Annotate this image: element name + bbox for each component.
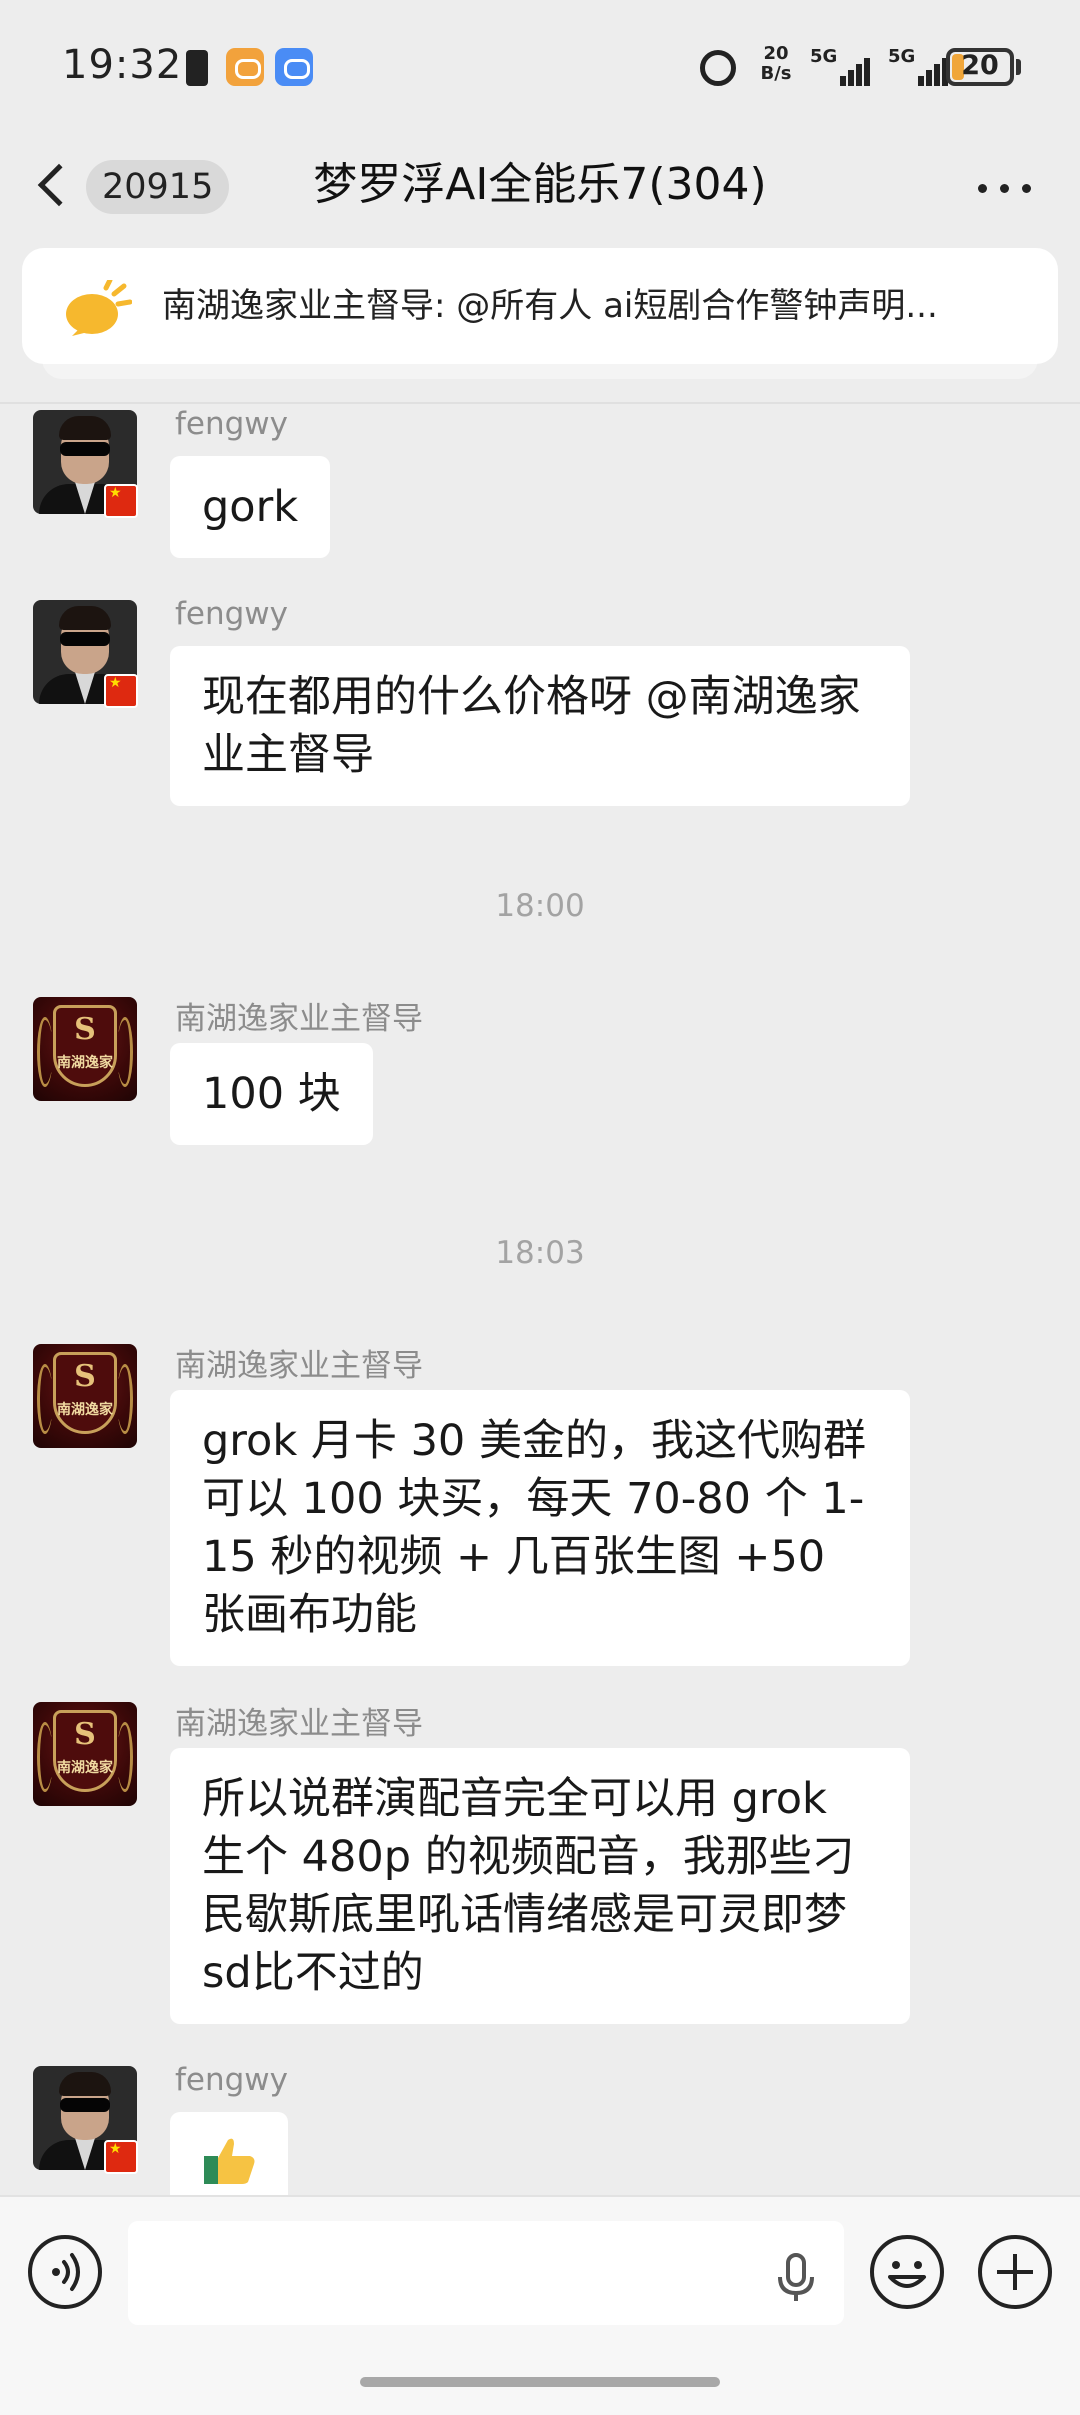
time-divider: 18:00 [495, 888, 585, 924]
plus-icon [997, 2254, 1033, 2290]
sender-name: fengwy [175, 406, 289, 442]
signal-icon: 5G [888, 46, 952, 86]
message-notification-icon [275, 48, 313, 86]
avatar[interactable]: S 南湖逸家 [33, 1344, 137, 1448]
signal-icon: 5G [810, 46, 874, 86]
unread-count-badge: 20915 [86, 160, 230, 214]
message-bubble[interactable]: 现在都用的什么价格呀 @南湖逸家业主督导 [170, 646, 910, 806]
china-flag-icon [104, 674, 138, 708]
avatar-logo-text: S [74, 1359, 96, 1394]
smiley-icon [888, 2261, 926, 2288]
sender-name: 南湖逸家业主督导 [175, 1706, 423, 1742]
chevron-left-icon [37, 163, 81, 207]
emoji-button[interactable] [870, 2235, 944, 2309]
battery-level: 20 [961, 50, 999, 81]
avatar-brand-text: 南湖逸家 [57, 1402, 113, 1418]
signal-label: 5G [888, 46, 916, 67]
voice-input-button[interactable] [28, 2235, 102, 2309]
battery-saver-icon [186, 50, 208, 86]
sender-name: 南湖逸家业主督导 [175, 1348, 423, 1384]
home-indicator[interactable] [360, 2377, 720, 2387]
avatar-brand-text: 南湖逸家 [57, 1055, 113, 1071]
app-notification-icon [226, 48, 264, 86]
avatar[interactable]: S 南湖逸家 [33, 997, 137, 1101]
message-item: fengwy [0, 2066, 1080, 2195]
divider [0, 402, 1080, 404]
message-bubble[interactable]: grok 月卡 30 美金的，我这代购群可以 100 块买，每天 70-80 个… [170, 1390, 910, 1666]
message-bubble[interactable]: 100 块 [170, 1043, 373, 1145]
network-speed-value: 20 [763, 43, 789, 64]
network-speed: 20 B/s [756, 44, 796, 84]
avatar-logo-text: S [74, 1717, 96, 1752]
back-button[interactable]: 20915 [30, 152, 230, 222]
sender-name: fengwy [175, 596, 289, 632]
status-bar: 19:32 20 B/s 5G 5G 20 [0, 0, 1080, 130]
avatar-brand-text: 南湖逸家 [57, 1760, 113, 1776]
message-bubble[interactable]: gork [170, 456, 331, 558]
sender-name: 南湖逸家业主督导 [175, 1001, 423, 1037]
signal-label: 5G [810, 46, 838, 67]
more-functions-button[interactable] [978, 2235, 1052, 2309]
microphone-icon[interactable] [768, 2249, 824, 2305]
battery-icon: 20 [946, 48, 1014, 86]
avatar-logo-text: S [74, 1012, 96, 1047]
pinned-announcement[interactable]: 南湖逸家业主督导: @所有人 ai短剧合作警钟声明... [22, 248, 1058, 364]
more-options-button[interactable] [970, 152, 1040, 222]
message-input[interactable] [128, 2221, 844, 2325]
thumbs-up-icon [204, 2138, 255, 2184]
megaphone-icon [66, 280, 132, 336]
input-bar [0, 2195, 1080, 2415]
pinned-text: 南湖逸家业主督导: @所有人 ai短剧合作警钟声明... [162, 286, 938, 326]
status-time: 19:32 [62, 42, 183, 88]
time-divider: 18:03 [495, 1235, 585, 1271]
china-flag-icon [104, 2140, 138, 2174]
alarm-icon [700, 50, 736, 86]
avatar[interactable]: S 南湖逸家 [33, 1702, 137, 1806]
china-flag-icon [104, 484, 138, 518]
voice-icon [52, 2253, 80, 2291]
message-bubble[interactable] [170, 2112, 288, 2195]
chat-header: 20915 梦罗浮AI全能乐7(304) [0, 130, 1080, 245]
sender-name: fengwy [175, 2066, 289, 2098]
message-bubble[interactable]: 所以说群演配音完全可以用 grok 生个 480p 的视频配音，我那些刁民歇斯底… [170, 1748, 910, 2024]
network-speed-unit: B/s [760, 63, 792, 84]
chat-title: 梦罗浮AI全能乐7(304) [313, 159, 767, 210]
